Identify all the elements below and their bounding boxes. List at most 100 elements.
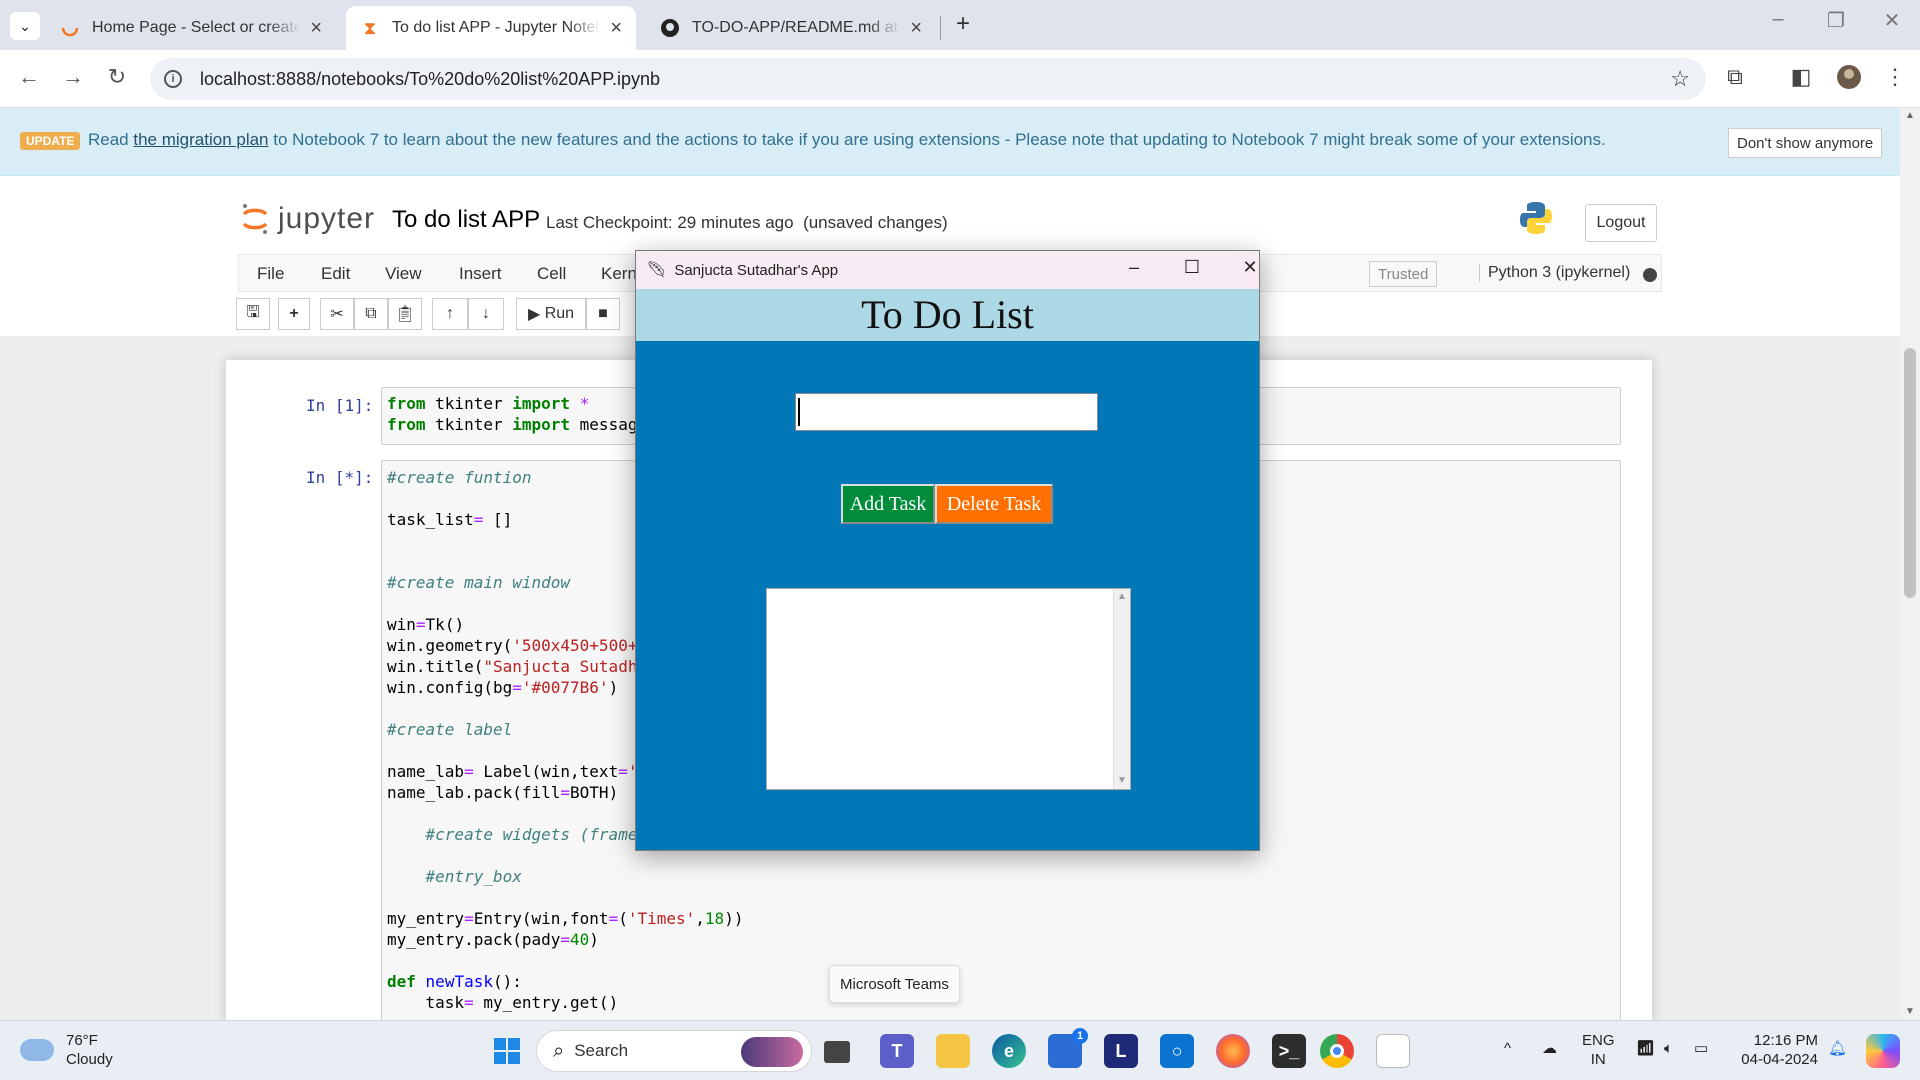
scroll-down-arrow-icon[interactable]: ▼ (1905, 1006, 1915, 1017)
close-tab-icon[interactable]: × (310, 17, 322, 40)
save-icon[interactable]: 🖫 (236, 298, 270, 330)
close-tab-icon[interactable]: × (610, 17, 622, 40)
wifi-icon[interactable]: 📶︎ (1636, 1039, 1655, 1058)
scroll-up-arrow-icon[interactable]: ▲ (1905, 110, 1915, 121)
move-down-icon[interactable]: ↓ (468, 298, 504, 330)
jupyter-logo[interactable]: jupyter (240, 202, 375, 236)
tk-maximize-button[interactable]: ☐ (1172, 257, 1212, 278)
windows-start-icon[interactable] (490, 1034, 524, 1068)
tk-feather-icon: 🪶︎ (646, 262, 667, 279)
address-bar[interactable]: i localhost:8888/notebooks/To%20do%20lis… (150, 58, 1706, 100)
file-explorer-icon[interactable] (936, 1034, 970, 1068)
tab-title: TO-DO-APP/README.md at ma (692, 19, 900, 36)
url-text[interactable]: localhost:8888/notebooks/To%20do%20list%… (200, 69, 660, 90)
tk-titlebar[interactable]: 🪶︎ Sanjucta Sutadhar's App – ☐ ✕ (636, 251, 1259, 289)
menu-insert[interactable]: Insert (459, 264, 502, 284)
stop-icon[interactable]: ■ (586, 298, 620, 330)
onedrive-icon[interactable]: ☁ (1542, 1039, 1557, 1058)
extensions-icon[interactable]: ⧉ (1720, 64, 1750, 90)
close-window-button[interactable]: ✕ (1862, 8, 1920, 33)
migration-plan-link[interactable]: the migration plan (133, 130, 268, 149)
scroll-down-arrow-icon[interactable]: ▼ (1117, 775, 1127, 786)
hourglass-icon: ⧗ (363, 17, 377, 38)
tab-github-readme[interactable]: TO-DO-APP/README.md at ma × (646, 6, 936, 50)
kernel-name[interactable]: Python 3 (ipykernel) (1479, 264, 1630, 282)
bookmark-star-icon[interactable]: ☆ (1670, 66, 1690, 92)
minimize-window-button[interactable]: – (1748, 8, 1808, 31)
clock-date: 04-04-2024 (1741, 1051, 1818, 1068)
clock-time: 12:16 PM (1753, 1032, 1818, 1049)
tab-home-page[interactable]: Home Page - Select or create a × (46, 6, 336, 50)
lang-top: ENG (1582, 1032, 1615, 1049)
jupyter-orbit-icon (242, 204, 268, 234)
notebook-name[interactable]: To do list APP (392, 206, 540, 234)
restore-window-button[interactable]: ❐ (1806, 8, 1866, 33)
menu-file[interactable]: File (257, 264, 284, 284)
task-entry-field[interactable] (795, 393, 1098, 431)
move-up-icon[interactable]: ↑ (432, 298, 468, 330)
show-hidden-icons-chevron[interactable]: ^ (1504, 1039, 1511, 1058)
weather-widget[interactable]: 76°F Cloudy (20, 1031, 113, 1069)
tab-todo-notebook[interactable]: ⧗ To do list APP - Jupyter Notebo × (346, 6, 636, 50)
delete-task-button[interactable]: Delete Task (935, 484, 1053, 524)
profile-avatar[interactable] (1834, 64, 1864, 96)
add-task-button[interactable]: Add Task (841, 484, 935, 524)
jupyter-header: jupyter To do list APP Last Checkpoint: … (0, 176, 1900, 254)
menu-edit[interactable]: Edit (321, 264, 350, 284)
store-icon[interactable]: 1 (1048, 1028, 1088, 1068)
listbox-scrollbar[interactable]: ▲ ▼ (1113, 589, 1130, 789)
dont-show-anymore-button[interactable]: Don't show anymore (1728, 128, 1883, 158)
teams-icon[interactable]: T (880, 1034, 914, 1068)
task-listbox[interactable]: ▲ ▼ (766, 588, 1131, 790)
cortana-icon[interactable]: ○ (1160, 1034, 1194, 1068)
site-info-icon[interactable]: i (164, 70, 182, 88)
taskbar-search-box[interactable]: ⌕ Search (536, 1030, 812, 1072)
scrollbar-thumb[interactable] (1904, 348, 1916, 598)
volume-icon[interactable]: 🔈︎ (1664, 1039, 1673, 1058)
tab-search-button[interactable]: ⌄ (10, 12, 40, 40)
side-panel-icon[interactable]: ◧ (1786, 64, 1816, 90)
windows-taskbar: 76°F Cloudy ⌕ Search T e 1 L ○ >_ ^ ☁ ENG… (0, 1020, 1920, 1080)
run-button[interactable]: ▶ Run (516, 298, 586, 330)
reload-icon[interactable]: ↻ (102, 64, 132, 90)
forward-arrow-icon[interactable]: → (58, 64, 88, 90)
paste-icon[interactable]: 📋︎ (388, 298, 422, 330)
store-badge: 1 (1072, 1028, 1088, 1044)
lang-bottom: IN (1590, 1051, 1606, 1068)
terminal-icon[interactable]: >_ (1272, 1034, 1306, 1068)
task-view-icon[interactable] (824, 1041, 850, 1063)
back-arrow-icon[interactable]: ← (14, 64, 44, 90)
trusted-indicator[interactable]: Trusted (1369, 261, 1438, 287)
banner-text-post: to Notebook 7 to learn about the new fea… (268, 130, 1606, 149)
clock[interactable]: 12:16 PM 04-04-2024 (1734, 1031, 1818, 1069)
notepad-icon[interactable] (1376, 1034, 1410, 1068)
menu-kernel[interactable]: Kern (601, 264, 637, 284)
edge-icon[interactable]: e (992, 1034, 1026, 1068)
cut-icon[interactable]: ✂ (320, 298, 354, 330)
weather-temp: 76°F (66, 1032, 98, 1049)
battery-icon[interactable]: ▭ (1694, 1039, 1708, 1058)
menu-cell[interactable]: Cell (537, 264, 566, 284)
copilot-icon[interactable] (1866, 1034, 1900, 1068)
l-app-icon[interactable]: L (1104, 1034, 1138, 1068)
code-cell-1-source[interactable]: from tkinter import * from tkinter impor… (387, 393, 676, 435)
menu-view[interactable]: View (385, 264, 422, 284)
logout-button[interactable]: Logout (1585, 204, 1657, 242)
search-highlight-image (741, 1037, 803, 1067)
notification-bell-icon[interactable]: 🔔︎ (1828, 1039, 1847, 1058)
new-tab-button[interactable]: + (948, 10, 978, 40)
search-placeholder: Search (574, 1041, 629, 1060)
scroll-up-arrow-icon[interactable]: ▲ (1117, 591, 1127, 602)
tk-minimize-button[interactable]: – (1114, 257, 1154, 278)
chrome-icon[interactable] (1320, 1034, 1354, 1068)
banner-message: Read the migration plan to Notebook 7 to… (88, 130, 1606, 150)
copy-icon[interactable]: ⧉ (354, 298, 388, 330)
menu-kebab-icon[interactable]: ⋮ (1880, 64, 1910, 90)
jupyter-loading-icon (60, 18, 80, 38)
page-scrollbar[interactable]: ▲ ▼ (1900, 108, 1920, 1020)
insert-cell-icon[interactable]: + (278, 298, 310, 330)
close-tab-icon[interactable]: × (910, 17, 922, 40)
language-indicator[interactable]: ENG IN (1582, 1031, 1615, 1069)
firefox-icon[interactable] (1216, 1034, 1250, 1068)
tk-close-button[interactable]: ✕ (1230, 257, 1270, 278)
